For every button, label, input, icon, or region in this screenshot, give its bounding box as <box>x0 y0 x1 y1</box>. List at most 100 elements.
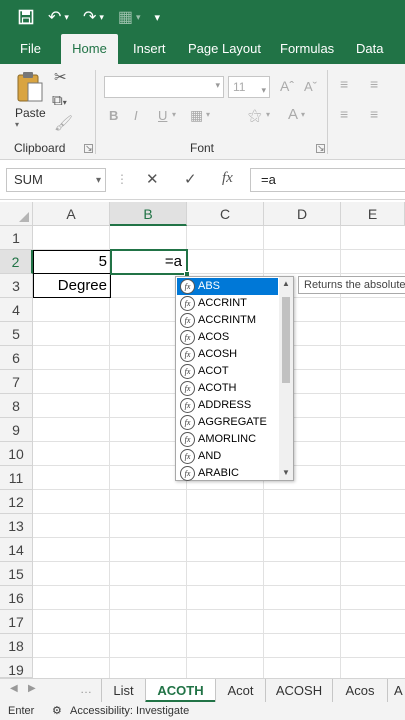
cell-a2[interactable]: 5 <box>33 250 111 274</box>
format-painter-icon[interactable]: 🖌 <box>54 114 73 132</box>
middle-align-icon[interactable]: ≡ <box>370 76 378 92</box>
cut-icon[interactable]: ✂ <box>54 68 67 86</box>
customize-qat-icon[interactable]: ▾ <box>155 11 161 24</box>
scroll-thumb[interactable] <box>282 297 290 383</box>
column-header-e[interactable]: E <box>341 202 405 226</box>
select-all-button[interactable] <box>0 202 33 226</box>
paste-dropdown-icon[interactable]: ▾ <box>15 120 19 129</box>
tab-insert[interactable]: Insert <box>133 34 166 64</box>
accessibility-icon[interactable]: ⚙ <box>52 702 62 720</box>
font-launcher-icon[interactable]: ↘ <box>316 144 325 153</box>
decrease-font-icon[interactable]: Aˇ <box>304 79 317 94</box>
underline-dropdown-icon[interactable]: ▾ <box>172 110 176 119</box>
column-header-b[interactable]: B <box>110 202 187 226</box>
name-box[interactable]: SUM ▾ <box>6 168 106 192</box>
accessibility-status[interactable]: Accessibility: Investigate <box>70 702 189 720</box>
autocomplete-scrollbar[interactable]: ▲ ▼ <box>279 277 293 480</box>
borders-icon[interactable]: ▦ <box>190 107 203 124</box>
column-header-d[interactable]: D <box>264 202 341 226</box>
font-color-dropdown-icon[interactable]: ▾ <box>301 110 305 119</box>
sheet-tab-acoth[interactable]: ACOTH <box>145 679 215 703</box>
resize-dots-icon[interactable]: ⋮ <box>116 172 128 186</box>
row-header[interactable]: 15 <box>0 562 33 586</box>
underline-icon[interactable]: U <box>158 108 167 123</box>
tab-data[interactable]: Data <box>356 34 383 64</box>
sheet-tab-acot[interactable]: Acot <box>215 679 265 703</box>
autocomplete-item[interactable]: fx AND <box>177 448 278 465</box>
autocomplete-item[interactable]: fx ABS <box>177 278 278 295</box>
row-header[interactable]: 11 <box>0 466 33 490</box>
fill-color-icon[interactable]: ⚝ <box>248 107 262 124</box>
sheet-tab-acos[interactable]: Acos <box>332 679 387 703</box>
tab-home[interactable]: Home <box>61 34 118 64</box>
bold-icon[interactable]: B <box>109 108 118 123</box>
row-header[interactable]: 4 <box>0 298 33 322</box>
next-sheet-icon[interactable]: ▶ <box>28 683 36 694</box>
top-align-icon[interactable]: ≡ <box>340 76 348 92</box>
autocomplete-item[interactable]: fx AGGREGATE <box>177 414 278 431</box>
tab-page-layout[interactable]: Page Layout <box>188 34 261 64</box>
fill-color-dropdown-icon[interactable]: ▾ <box>266 110 270 119</box>
autocomplete-item[interactable]: fx ACCRINT <box>177 295 278 312</box>
autocomplete-item[interactable]: fx ADDRESS <box>177 397 278 414</box>
italic-icon[interactable]: I <box>134 108 138 123</box>
cancel-icon[interactable]: ✕ <box>146 170 159 188</box>
autocomplete-item[interactable]: fx ACOTH <box>177 380 278 397</box>
copy-icon[interactable]: ⧉▾ <box>52 92 67 109</box>
group-divider <box>95 70 96 154</box>
row-header[interactable]: 19 <box>0 658 33 678</box>
increase-font-icon[interactable]: Aˆ <box>280 78 294 94</box>
left-align-icon[interactable]: ≡ <box>340 106 348 122</box>
scroll-down-icon[interactable]: ▼ <box>279 466 293 480</box>
row-header[interactable]: 8 <box>0 394 33 418</box>
autocomplete-item[interactable]: fx AMORLINC <box>177 431 278 448</box>
borders-dropdown-icon[interactable]: ▾ <box>206 110 210 119</box>
tab-file[interactable]: File <box>20 34 41 64</box>
sheet-tab-list[interactable]: List <box>101 679 145 703</box>
row-header[interactable]: 10 <box>0 442 33 466</box>
row-header[interactable]: 17 <box>0 610 33 634</box>
tab-formulas[interactable]: Formulas <box>280 34 334 64</box>
undo-icon[interactable]: ↶ ▾ <box>48 7 69 27</box>
row-header[interactable]: 12 <box>0 490 33 514</box>
formula-input[interactable]: =a <box>250 168 405 192</box>
redo-icon[interactable]: ↷ ▾ <box>83 7 104 27</box>
row-header[interactable]: 14 <box>0 538 33 562</box>
row-header[interactable]: 18 <box>0 634 33 658</box>
row-header[interactable]: 7 <box>0 370 33 394</box>
enter-icon[interactable]: ✓ <box>184 170 197 188</box>
row-header[interactable]: 3 <box>0 274 33 298</box>
center-align-icon[interactable]: ≡ <box>370 106 378 122</box>
row-header[interactable]: 13 <box>0 514 33 538</box>
autocomplete-item[interactable]: fx ACCRINTM <box>177 312 278 329</box>
more-sheets-icon[interactable]: … <box>80 682 92 696</box>
insert-function-button[interactable]: fx <box>222 170 233 187</box>
row-header[interactable]: 9 <box>0 418 33 442</box>
function-autocomplete-list[interactable]: fx ABS fx ACCRINT fx ACCRINTM fx ACOS fx ACOS… <box>175 276 294 481</box>
autocomplete-item[interactable]: fx ACOSH <box>177 346 278 363</box>
column-header-a[interactable]: A <box>33 202 110 226</box>
cell-a3[interactable]: Degree <box>33 274 111 298</box>
column-header-c[interactable]: C <box>187 202 264 226</box>
row-header[interactable]: 6 <box>0 346 33 370</box>
row-header[interactable]: 5 <box>0 322 33 346</box>
autocomplete-item[interactable]: fx ACOS <box>177 329 278 346</box>
row-header[interactable]: 16 <box>0 586 33 610</box>
sheet-tab-acosh[interactable]: ACOSH <box>265 679 332 703</box>
form-icon[interactable]: ▦ ▾ <box>118 7 141 27</box>
prev-sheet-icon[interactable]: ◀ <box>10 683 18 694</box>
font-name-box[interactable]: ▾ <box>104 76 224 98</box>
autocomplete-item[interactable]: fx ACOT <box>177 363 278 380</box>
row-header[interactable]: 1 <box>0 226 33 250</box>
clipboard-launcher-icon[interactable]: ↘ <box>84 144 93 153</box>
save-icon[interactable] <box>18 9 34 25</box>
scroll-up-icon[interactable]: ▲ <box>279 277 293 291</box>
clipboard-icon <box>17 72 43 102</box>
font-size-box[interactable]: 11 ▾ <box>228 76 270 98</box>
font-color-icon[interactable]: A <box>288 106 298 123</box>
autocomplete-item[interactable]: fx ARABIC <box>177 465 278 482</box>
sheet-tab-partial[interactable]: A <box>387 679 405 703</box>
row-header[interactable]: 2 <box>0 250 33 274</box>
quick-access-toolbar: ↶ ▾ ↷ ▾ ▦ ▾ ▾ <box>0 0 405 34</box>
active-cell-b2[interactable]: =a <box>110 249 190 277</box>
